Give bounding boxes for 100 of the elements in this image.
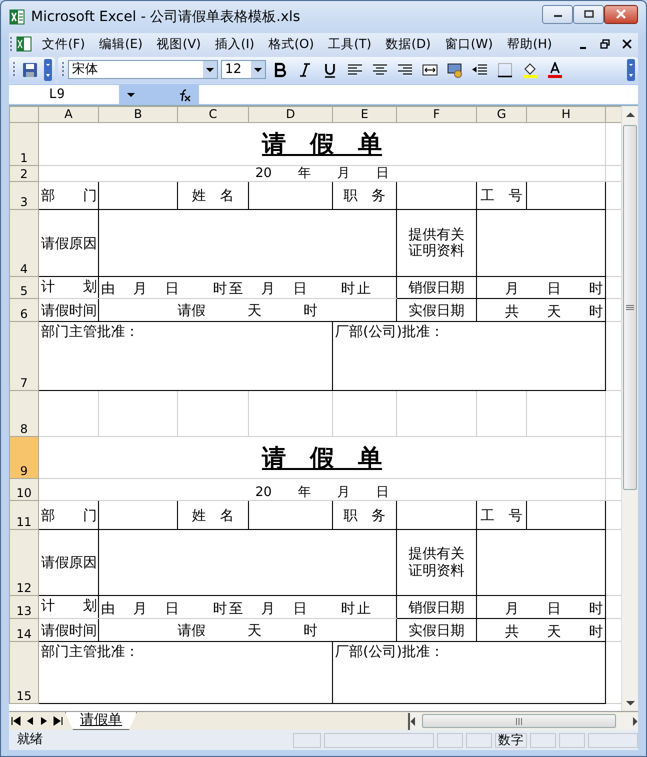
align-left-icon [347,62,363,78]
menu-item[interactable]: 文件(F) [35,34,92,54]
sheet-cell: 工 号 [476,500,526,530]
name-box[interactable]: L9 [9,85,119,104]
minimize-button[interactable] [542,4,573,24]
next-sheet-icon [39,716,49,726]
vertical-scrollbar[interactable] [621,106,638,711]
dropdown-arrow-icon [127,92,135,96]
form-title: 请 假 单 [38,122,606,166]
menu-item[interactable]: 视图(V) [150,34,208,54]
row-header[interactable]: 3 [10,182,38,210]
align-center-icon [372,62,388,78]
overflow-chevron-icon [627,58,635,80]
size-select[interactable]: 12 [221,60,266,79]
sheet-cell: 实假日期 [396,298,476,322]
sheet-cell: 请假时间 [38,298,98,322]
font-select[interactable]: 宋体 [68,60,218,79]
column-header[interactable]: A [38,106,98,122]
sheet-cell: 月 日 时 [476,276,606,298]
menu-item[interactable]: 插入(I) [208,34,262,54]
borders-icon [497,62,513,78]
row-header[interactable]: 7 [10,322,38,390]
sheet-cell: 部 门 [38,500,98,530]
sheet-cell: 职 务 [332,182,396,210]
column-header[interactable]: D [248,106,332,122]
row-header[interactable]: 8 [10,390,38,436]
row-header[interactable]: 13 [10,596,38,618]
sheet-cell: 请假原因 [38,530,98,596]
sheet-cell: 姓 名 [178,500,248,530]
sheet-cell: 部门主管批准： [38,322,332,390]
first-sheet-button[interactable] [9,713,23,729]
row-header[interactable]: 2 [10,166,38,182]
paint-bucket-icon [522,62,538,78]
status-panel [466,732,492,748]
column-header[interactable]: H [526,106,606,122]
form-title: 请 假 单 [38,436,606,478]
row-header[interactable]: 11 [10,500,38,530]
sheet-cell: 共 天 时 [476,298,606,322]
minimize-icon [580,46,586,48]
sheet-cell: 部 门 [38,182,98,210]
menu-item[interactable]: 格式(O) [261,34,321,54]
menu-item[interactable]: 编辑(E) [92,34,150,54]
menu-item[interactable]: 工具(T) [320,34,378,54]
sheet-cell: 由 月 日 时至 月 日 时止 [98,596,396,618]
sheet-cell: 请假时间 [38,618,98,642]
sheet-tab[interactable]: 请假单 [65,712,137,730]
grip-icon [626,304,634,310]
last-sheet-icon [53,716,63,726]
horizontal-scrollbar[interactable] [408,712,638,730]
sheet-cell: 计 划 [38,596,98,618]
status-panel [588,732,638,748]
sheet-cell: 请假原因 [38,210,98,276]
first-sheet-icon [11,716,21,726]
overflow-chevron-icon [44,58,52,80]
left-arrow-icon [410,716,416,726]
row-header[interactable]: 10 [10,478,38,500]
status-panel [559,732,585,748]
menu-item[interactable]: 帮助(H) [500,34,560,54]
sheet-cell: 姓 名 [178,182,248,210]
column-header[interactable]: F [396,106,476,122]
column-header[interactable]: G [476,106,526,122]
sheet-cell: 提供有关证明资料 [396,210,476,276]
grip-icon [515,718,523,724]
sheet-cell: 部门主管批准： [38,642,332,704]
menu-item[interactable]: 数据(D) [378,34,438,54]
maximize-icon [584,10,594,18]
menu-item[interactable]: 窗口(W) [438,34,500,54]
maximize-button[interactable] [573,4,604,24]
merge-icon [422,62,438,78]
column-header[interactable]: E [332,106,396,122]
sheet-cell: 实假日期 [396,618,476,642]
sheet-cell: 20 年 月 日 [38,478,606,500]
column-header[interactable]: B [98,106,178,122]
window-title: Microsoft Excel - 公司请假单表格模板.xls [31,8,300,26]
scroll-thumb[interactable] [623,125,637,490]
sheet-cell: 请假 天 时 [98,298,396,322]
sheet-cell: 销假日期 [396,276,476,298]
row-header[interactable]: 1 [10,122,38,166]
align-right-icon [397,62,413,78]
row-header[interactable]: 14 [10,618,38,642]
row-header[interactable]: 5 [10,276,38,298]
spreadsheet-icon [9,9,25,25]
sheet-cell: 由 月 日 时至 月 日 时止 [98,276,396,298]
scroll-thumb[interactable] [422,714,616,728]
sheet-cell: 计 划 [38,276,98,298]
row-header[interactable]: 6 [10,298,38,322]
last-sheet-button[interactable] [51,713,65,729]
sheet-cell: 月 日 时 [476,596,606,618]
column-header[interactable]: C [178,106,248,122]
right-arrow-icon [632,716,638,726]
previous-sheet-icon [25,716,35,726]
status-panel [293,732,321,748]
row-header[interactable]: 9 [10,436,38,478]
row-header[interactable]: 15 [10,642,38,704]
row-header[interactable]: 12 [10,530,38,596]
formula-field[interactable] [199,85,638,104]
sheet-cell: 厂部(公司)批准： [332,642,606,704]
up-arrow-icon [626,112,634,118]
row-header[interactable]: 4 [10,210,38,276]
close-button[interactable] [604,4,638,24]
